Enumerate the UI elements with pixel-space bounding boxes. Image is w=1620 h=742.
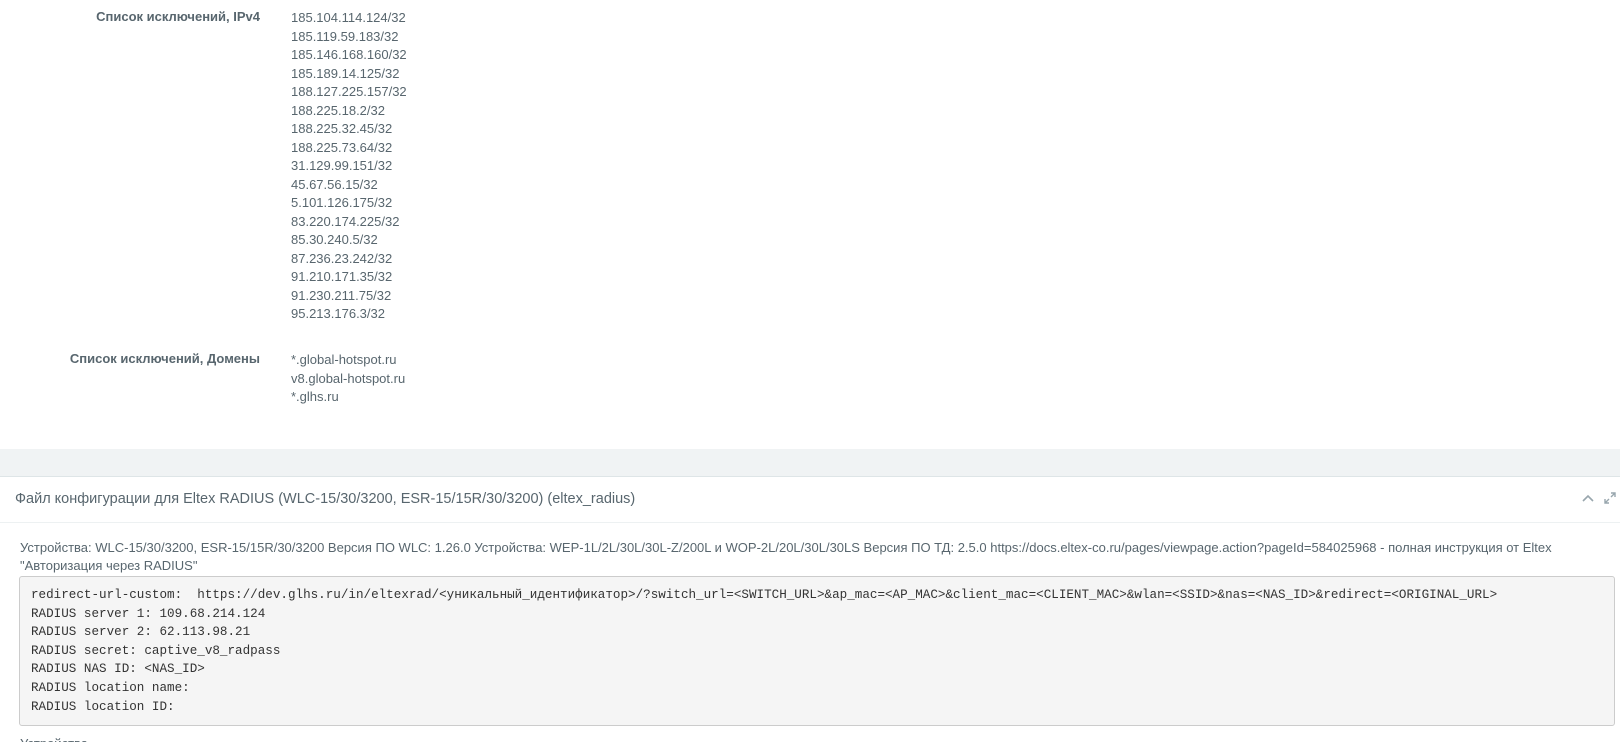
ipv4-entry: 83.220.174.225/32 [291,213,400,229]
code-line: RADIUS location name: [31,680,190,695]
ipv4-entry: 87.236.23.242/32 [291,250,393,266]
ipv4-entry: 185.146.168.160/32 [291,47,407,62]
config-panel-title: Файл конфигурации для Eltex RADIUS (WLC-… [15,491,636,507]
ipv4-entry: 188.127.225.157/32 [291,84,407,99]
ipv4-entry: 31.129.99.151/32 [291,158,393,173]
config-code-block[interactable]: redirect-url-custom: https://dev.glhs.ru… [19,576,1615,726]
code-line: RADIUS location ID: [31,699,175,714]
ipv4-entry: 91.210.171.35/32 [291,269,393,284]
ipv4-entry: 185.119.59.183/32 [291,28,399,44]
config-description: Устройства: WLC-15/30/3200, ESR-15/15R/3… [20,540,1552,573]
ipv4-entry: 188.225.32.45/32 [291,121,393,136]
code-line: RADIUS secret: captive_v8_radpass [31,643,281,658]
panel-separator [0,449,1620,476]
exclusions-ipv4-label: Список исключений, IPv4 [96,9,260,24]
exclusions-section: Список исключений, IPv4 185.104.114.124/… [0,0,1620,449]
ipv4-entry: 95.213.176.3/32 [291,306,385,321]
exclusions-domains-label: Список исключений, Домены [69,351,260,366]
ipv4-entry: 185.189.14.125/32 [291,65,400,81]
config-panel-header: Файл конфигурации для Eltex RADIUS (WLC-… [0,477,1620,523]
exclusions-domains-list: *.global-hotspot.ru v8.global-hotspot.ru… [291,351,405,407]
code-line: RADIUS server 1: 109.68.214.124 [31,606,266,621]
ipv4-entry: 45.67.56.15/32 [291,176,378,192]
domain-entry: v8.global-hotspot.ru [291,370,406,386]
ipv4-entry: 5.101.126.175/32 [291,195,393,210]
ipv4-entry: 188.225.73.64/32 [291,139,393,155]
ipv4-entry: 85.30.240.5/32 [291,232,378,247]
ipv4-entry: 185.104.114.124/32 [291,10,406,25]
config-panel: Файл конфигурации для Eltex RADIUS (WLC-… [0,476,1620,742]
code-line: redirect-url-custom: https://dev.glhs.ru… [31,588,1498,602]
next-description-partial: Устройства [20,736,88,742]
ipv4-entry: 91.230.211.75/32 [291,287,392,303]
code-line: RADIUS server 2: 62.113.98.21 [31,625,251,640]
code-line: RADIUS NAS ID: <NAS_ID> [31,662,205,677]
domain-entry: *.glhs.ru [291,389,339,404]
ipv4-entry: 188.225.18.2/32 [291,102,385,118]
chevron-up-icon[interactable] [1580,491,1596,509]
domain-entry: *.global-hotspot.ru [291,352,397,367]
exclusions-ipv4-list: 185.104.114.124/32 185.119.59.183/32 185… [291,9,407,324]
panel-tools [1580,491,1620,509]
expand-icon[interactable] [1602,491,1618,509]
